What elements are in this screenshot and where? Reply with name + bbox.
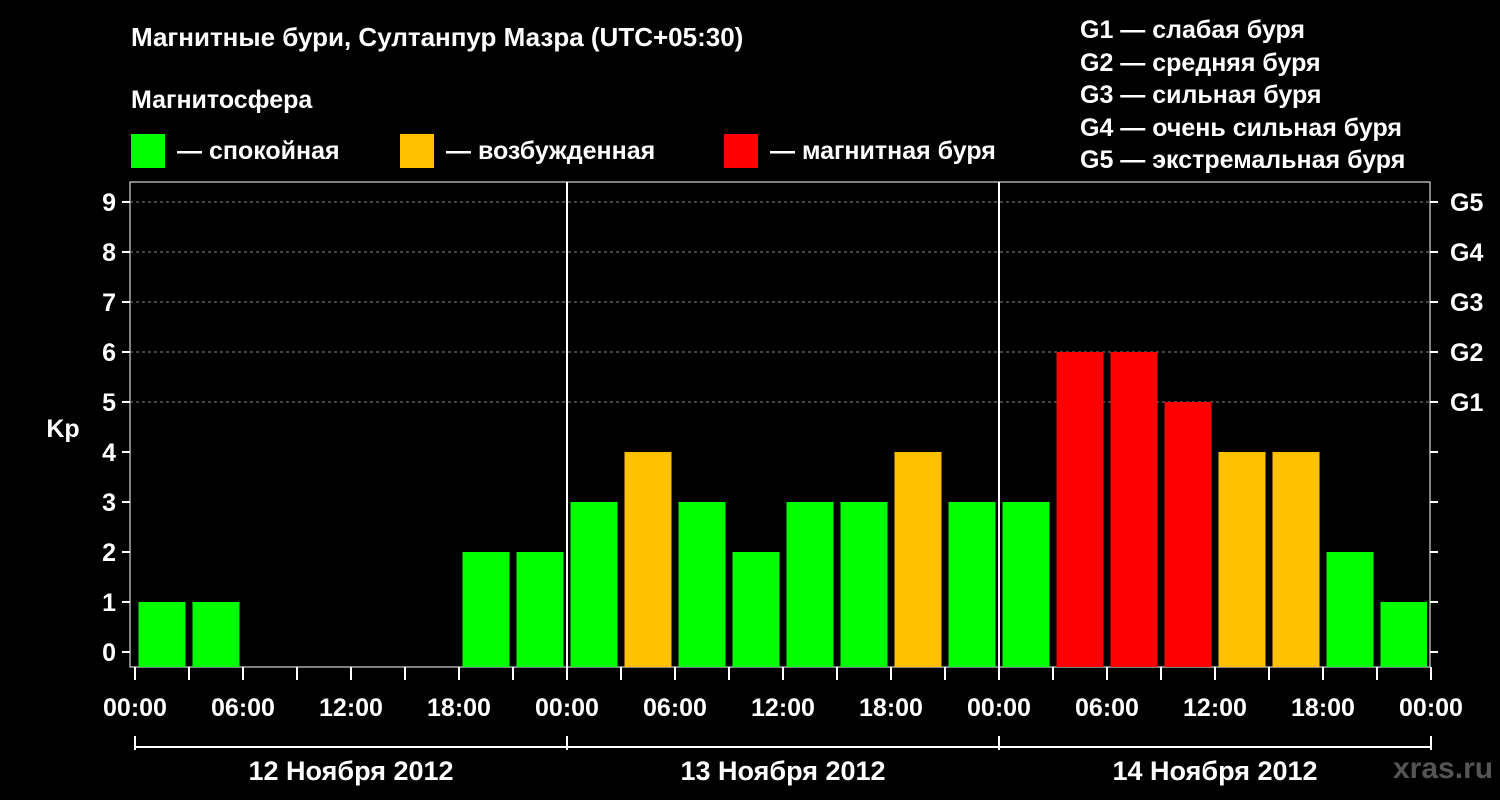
y-tick-label: 1 [102,589,116,617]
x-tick-label: 18:00 [859,694,923,722]
x-tick-label: 12:00 [751,694,815,722]
x-tick-label: 06:00 [211,694,275,722]
y-tick-label: 7 [102,289,116,317]
x-tick-label: 00:00 [535,694,599,722]
bar [840,502,888,667]
g-tick-label: G5 [1450,189,1483,217]
x-tick-label: 12:00 [1183,694,1247,722]
bar [678,502,726,667]
x-tick-label: 06:00 [1075,694,1139,722]
y-tick-label: 0 [102,639,116,667]
y-tick-label: 8 [102,239,116,267]
bar [948,502,996,667]
bar [1272,452,1320,667]
y-tick-label: 2 [102,539,116,567]
bar [732,552,780,667]
bar [1326,552,1374,667]
bar [1110,352,1158,667]
x-tick-label: 06:00 [643,694,707,722]
y-tick-label: 9 [102,189,116,217]
kp-chart: 0 1 2 3 4 5 6 7 8 9 G1 G2 G3 G4 G5 Kp 00:00 06:00 12:00 18:… [46,181,1483,786]
g-tick-label: G1 [1450,389,1483,417]
bar [894,452,942,667]
g-tick-label: G4 [1450,239,1483,267]
bar [786,502,834,667]
bar [1380,602,1427,667]
bar [570,502,618,667]
x-tick-label: 00:00 [967,694,1031,722]
bar [516,552,564,667]
day-label: 13 Ноября 2012 [680,756,885,786]
x-tick-label: 18:00 [427,694,491,722]
y-tick-label: 6 [102,339,116,367]
bar [1164,402,1212,667]
x-tick-label: 18:00 [1291,694,1355,722]
day-label: 12 Ноября 2012 [248,756,453,786]
x-tick-label: 12:00 [319,694,383,722]
g-tick-label: G2 [1450,339,1483,367]
y-tick-label: 5 [102,389,116,417]
bar [1056,352,1104,667]
y-tick-label: 3 [102,489,116,517]
bar [624,452,672,667]
g-tick-label: G3 [1450,289,1483,317]
watermark: xras.ru [1393,752,1494,785]
bar [1218,452,1266,667]
bar [462,552,510,667]
day-label: 14 Ноября 2012 [1112,756,1317,786]
bar [1002,502,1050,667]
y-tick-label: 4 [102,439,116,467]
bar [138,602,186,667]
y-axis-label: Kp [46,415,79,443]
bar [192,602,240,667]
x-tick-label: 00:00 [1399,694,1463,722]
x-tick-label: 00:00 [103,694,167,722]
